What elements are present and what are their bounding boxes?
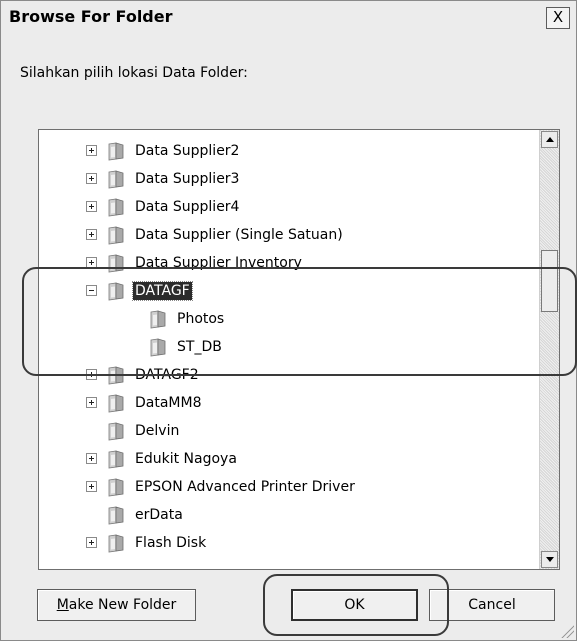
expand-icon[interactable] [86, 369, 97, 380]
tree-item-label: DATAGF2 [135, 367, 199, 383]
tree-item-label: EPSON Advanced Printer Driver [135, 479, 355, 495]
folder-tree[interactable]: Data Supplier2 Data Supplier3 Data Supplie… [38, 129, 560, 570]
folder-icon [150, 310, 166, 329]
arrow-up-icon [546, 137, 554, 142]
tree-item[interactable]: erData [39, 502, 524, 530]
tree-item-label: Data Supplier4 [135, 199, 240, 215]
tree-item-label: Delvin [135, 423, 180, 439]
tree-item-label: DataMM8 [135, 395, 202, 411]
tree-item-label: ST_DB [177, 339, 222, 355]
tree-item[interactable]: Delvin [39, 418, 524, 446]
expand-icon[interactable] [86, 201, 97, 212]
expand-icon[interactable] [86, 257, 97, 268]
expand-icon[interactable] [86, 173, 97, 184]
tree-item[interactable]: DataMM8 [39, 390, 524, 418]
tree-item[interactable]: Data Supplier4 [39, 194, 524, 222]
vertical-scrollbar[interactable] [539, 130, 559, 569]
tree-item-label: erData [135, 507, 183, 523]
tree-item[interactable]: EPSON Advanced Printer Driver [39, 474, 524, 502]
scroll-thumb[interactable] [541, 250, 558, 312]
tree-item[interactable]: Data Supplier Inventory [39, 250, 524, 278]
tree-item-label: DATAGF [132, 281, 193, 301]
folder-icon [108, 170, 124, 189]
folder-icon [108, 450, 124, 469]
tree-item-label: Photos [177, 311, 225, 327]
scroll-up-button[interactable] [541, 131, 558, 148]
ok-button[interactable]: OK [291, 589, 418, 621]
expand-icon[interactable] [86, 229, 97, 240]
dialog-title: Browse For Folder [9, 7, 173, 26]
prompt-text: Silahkan pilih lokasi Data Folder: [20, 65, 248, 81]
tree-item[interactable]: Photos [39, 306, 524, 334]
expand-icon[interactable] [86, 537, 97, 548]
expand-icon[interactable] [86, 145, 97, 156]
expand-icon[interactable] [86, 481, 97, 492]
tree-item[interactable]: ST_DB [39, 334, 524, 362]
tree-item[interactable]: Edukit Nagoya [39, 446, 524, 474]
browse-for-folder-dialog: Browse For Folder X Silahkan pilih lokas… [0, 0, 577, 641]
close-button[interactable]: X [546, 7, 570, 29]
collapse-icon[interactable] [86, 285, 97, 296]
arrow-down-icon [546, 557, 554, 562]
folder-icon [108, 142, 124, 161]
expand-icon[interactable] [86, 453, 97, 464]
folder-icon [108, 506, 124, 525]
folder-icon [108, 478, 124, 497]
tree-item-label: Edukit Nagoya [135, 451, 237, 467]
folder-icon [108, 282, 124, 301]
tree-item-label: Data Supplier2 [135, 143, 240, 159]
tree-item-label: Data Supplier Inventory [135, 255, 302, 271]
tree-item[interactable]: Data Supplier2 [39, 138, 524, 166]
tree-item-label: Data Supplier (Single Satuan) [135, 227, 343, 243]
tree-item[interactable]: Data Supplier3 [39, 166, 524, 194]
folder-icon [108, 366, 124, 385]
tree-item[interactable]: DATAGF [39, 278, 524, 306]
tree-item[interactable]: Data Supplier (Single Satuan) [39, 222, 524, 250]
expand-icon[interactable] [86, 397, 97, 408]
title-bar[interactable]: Browse For Folder X [1, 1, 576, 33]
folder-icon [108, 394, 124, 413]
folder-icon [108, 534, 124, 553]
tree-item-label: Data Supplier3 [135, 171, 240, 187]
make-new-folder-mnemonic: M [56, 597, 69, 613]
tree-item[interactable]: Flash Disk [39, 530, 524, 558]
resize-grip-icon[interactable] [560, 624, 574, 638]
make-new-folder-label: ake New Folder [68, 597, 177, 613]
folder-icon [108, 254, 124, 273]
make-new-folder-button[interactable]: Make New Folder [37, 589, 196, 621]
scroll-down-button[interactable] [541, 551, 558, 568]
cancel-button[interactable]: Cancel [429, 589, 555, 621]
tree-item[interactable]: DATAGF2 [39, 362, 524, 390]
folder-icon [108, 422, 124, 441]
folder-icon [108, 226, 124, 245]
tree-item-label: Flash Disk [135, 535, 207, 551]
folder-icon [108, 198, 124, 217]
folder-icon [150, 338, 166, 357]
